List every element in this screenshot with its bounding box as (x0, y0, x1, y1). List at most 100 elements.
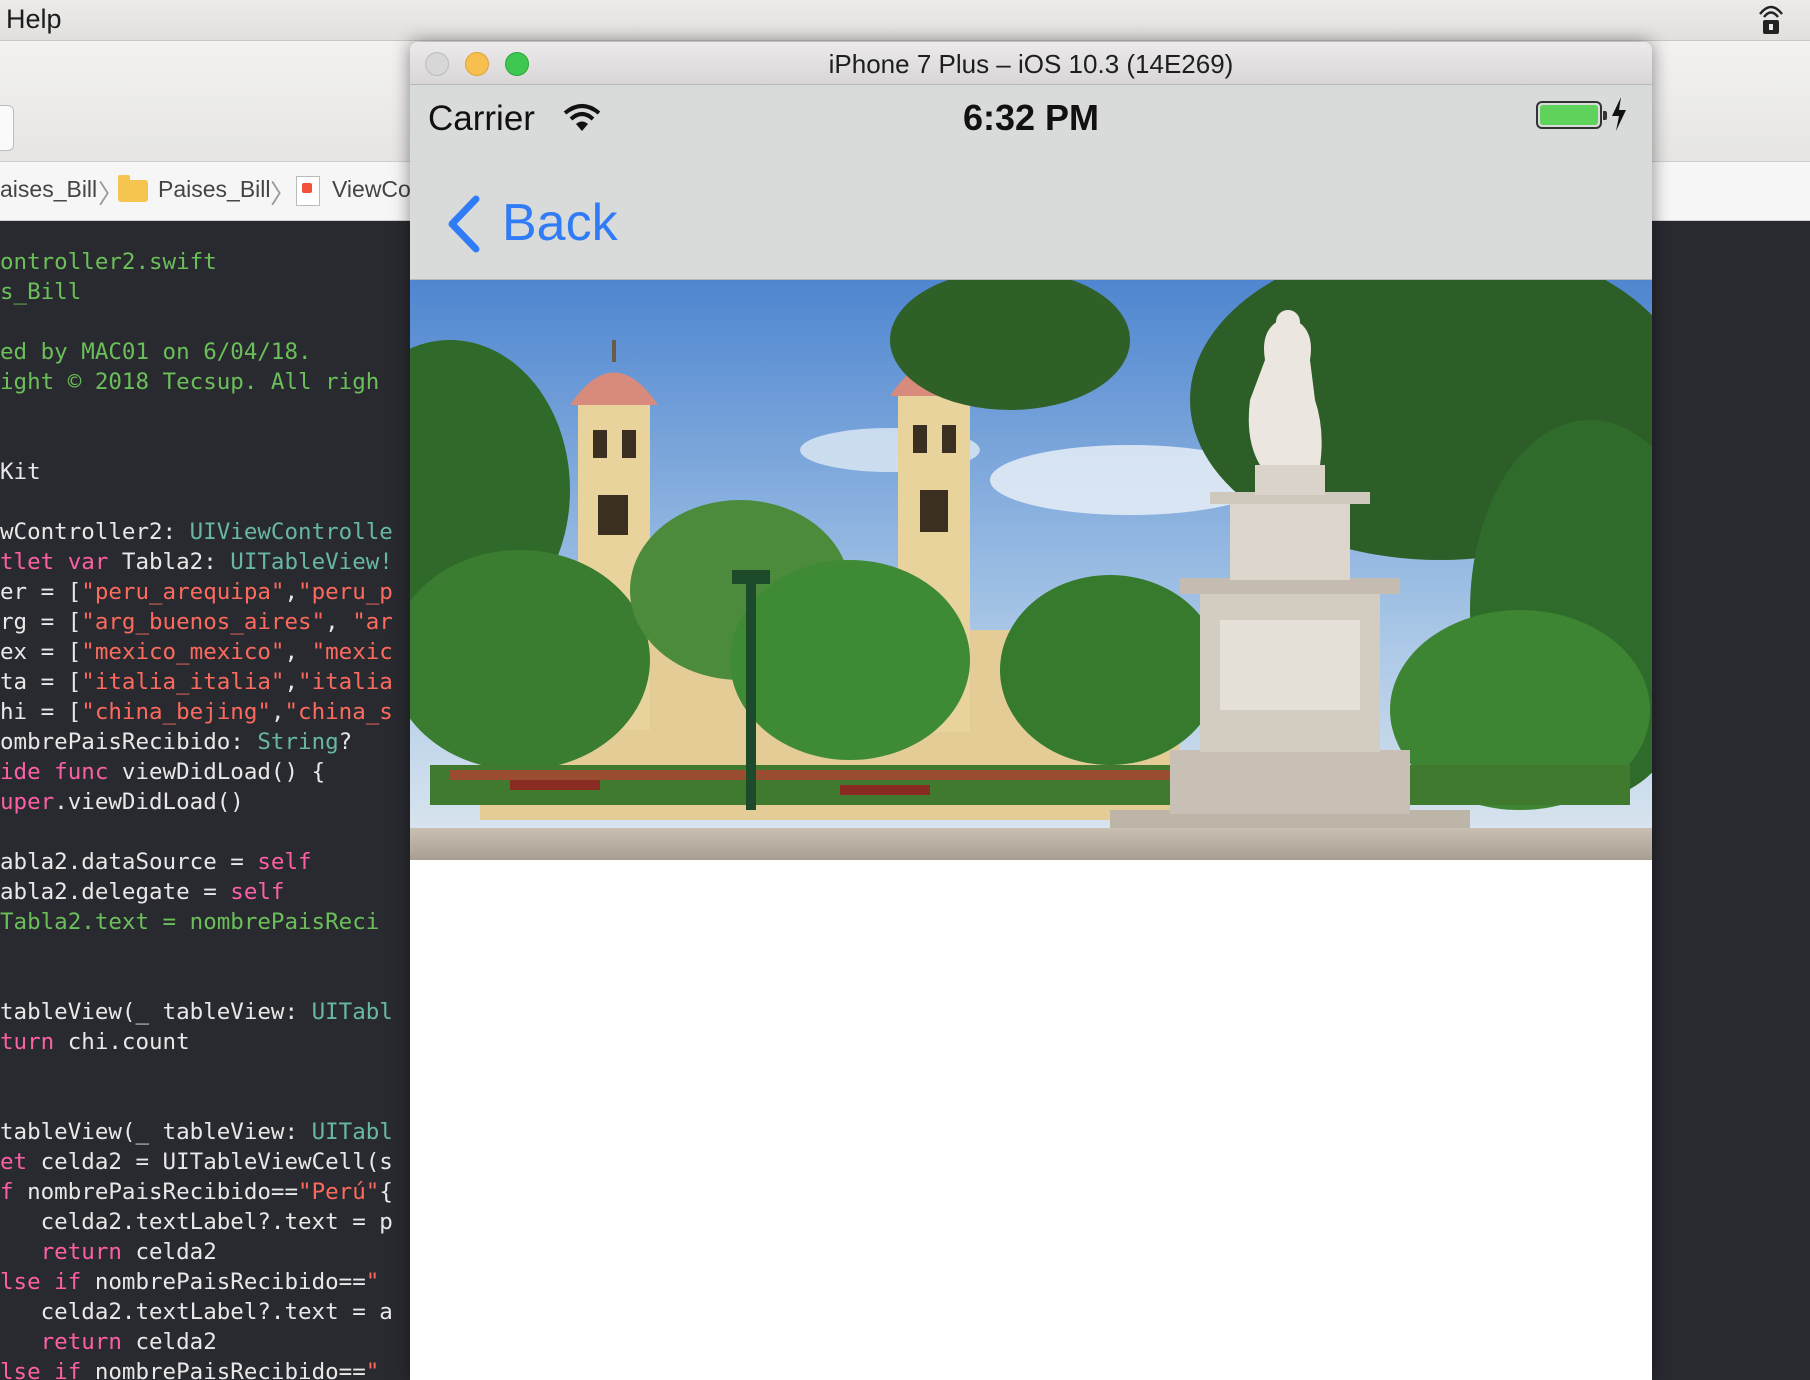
code-token: self (257, 849, 312, 875)
code-line[interactable] (0, 967, 393, 997)
back-button-label: Back (502, 194, 618, 252)
battery-level-fill (1540, 105, 1598, 125)
code-line[interactable]: ight © 2018 Tecsup. All righ (0, 367, 393, 397)
code-line[interactable]: Tabla2.text = nombrePaisReci (0, 907, 393, 937)
code-token: return (40, 1329, 136, 1355)
code-editor[interactable]: ontroller2.swift s_Billed by MAC01 on 6/0… (0, 221, 410, 1380)
code-token: ide func (0, 759, 122, 785)
code-token: " (365, 1359, 380, 1380)
code-line[interactable] (0, 427, 393, 457)
code-token: ? (338, 729, 353, 755)
charging-bolt-icon (1612, 97, 1626, 131)
code-line[interactable]: ontroller2.swift (0, 247, 393, 277)
code-token: { (379, 1179, 393, 1205)
menu-help[interactable]: Help (6, 4, 62, 35)
code-token: tlet var (0, 549, 122, 575)
code-line[interactable]: tlet var Tabla2: UITableView! (0, 547, 393, 577)
code-token: return (40, 1239, 136, 1265)
code-token: Tabla2.text = nombrePaisReci (0, 909, 380, 935)
code-token: self (230, 879, 285, 905)
code-line[interactable]: ex = ["mexico_mexico", "mexic (0, 637, 393, 667)
code-line[interactable]: wController2: UIViewControlle (0, 517, 393, 547)
screen-content-area (410, 860, 1652, 1380)
code-token: , (284, 669, 299, 695)
code-line[interactable]: ta = ["italia_italia","italia (0, 667, 393, 697)
code-token: celda2 = UITableViewCell(s (40, 1149, 393, 1175)
swift-file-icon (296, 176, 320, 206)
battery-icon (1536, 101, 1607, 129)
airport-status-icon[interactable] (1756, 2, 1786, 36)
code-token: nombrePaisRecibido== (94, 1269, 366, 1295)
code-line[interactable]: ed by MAC01 on 6/04/18. (0, 337, 393, 367)
code-line[interactable]: er = ["peru_arequipa","peru_p (0, 577, 393, 607)
code-line[interactable] (0, 1057, 393, 1087)
code-line[interactable]: ide func viewDidLoad() { (0, 757, 393, 787)
code-token: UITableView! (230, 549, 393, 575)
code-token: lse if (0, 1269, 95, 1295)
code-line[interactable]: rg = ["arg_buenos_aires", "ar (0, 607, 393, 637)
code-line[interactable]: ombrePaisRecibido: String? (0, 727, 393, 757)
code-line[interactable]: et celda2 = UITableViewCell(s (0, 1147, 393, 1177)
code-line[interactable] (0, 817, 393, 847)
code-token: nombrePaisRecibido== (27, 1179, 299, 1205)
code-token: "peru_arequipa" (81, 579, 285, 605)
code-token: ontroller2.swift (0, 249, 217, 275)
code-token: celda2.textLabel?.text = p (0, 1209, 393, 1235)
code-line[interactable]: uper.viewDidLoad() (0, 787, 393, 817)
code-token: ed by MAC01 on 6/04/18. (0, 339, 312, 365)
code-token: .viewDidLoad() (54, 789, 244, 815)
navigation-bar: Back (410, 161, 1652, 280)
code-line[interactable]: turn chi.count (0, 1027, 393, 1057)
code-line[interactable]: f nombrePaisRecibido=="Perú"{ (0, 1177, 393, 1207)
jumpbar-group[interactable]: Paises_Bill (158, 176, 271, 203)
jumpbar-project[interactable]: aises_Bill (0, 176, 97, 203)
code-token: , (325, 609, 353, 635)
code-token: "china_s (284, 699, 393, 725)
code-token: viewDidLoad() { (121, 759, 326, 785)
code-token: UITabl (311, 999, 393, 1025)
chevron-left-icon (448, 195, 480, 253)
code-token: celda2.textLabel?.text = a (0, 1299, 393, 1325)
code-line[interactable] (0, 1087, 393, 1117)
code-line[interactable]: return celda2 (0, 1237, 393, 1267)
code-token: abla2.delegate = (0, 879, 231, 905)
code-token: hi = [ (0, 699, 82, 725)
code-line[interactable]: abla2.dataSource = self (0, 847, 393, 877)
code-token: , (284, 639, 312, 665)
code-line[interactable]: return celda2 (0, 1327, 393, 1357)
code-line[interactable]: s_Bill (0, 277, 393, 307)
xcode-toolbar-button[interactable] (0, 105, 14, 151)
code-token: "peru_p (298, 579, 393, 605)
code-line[interactable] (0, 487, 393, 517)
code-line[interactable]: tableView(_ tableView: UITabl (0, 997, 393, 1027)
code-line[interactable]: celda2.textLabel?.text = p (0, 1207, 393, 1237)
code-token: ta = [ (0, 669, 82, 695)
code-token: lse if (0, 1359, 95, 1380)
source-code[interactable]: ontroller2.swift s_Billed by MAC01 on 6/0… (0, 247, 393, 1380)
code-line[interactable]: hi = ["china_bejing","china_s (0, 697, 393, 727)
code-token: "mexic (311, 639, 393, 665)
editor-background (1652, 221, 1810, 1380)
code-token: "Perú" (298, 1179, 380, 1205)
code-token: er = [ (0, 579, 82, 605)
jumpbar-file[interactable]: ViewCo (332, 176, 411, 203)
code-line[interactable] (0, 307, 393, 337)
code-token: uper (0, 789, 55, 815)
code-token: Kit (0, 459, 41, 485)
code-line[interactable]: celda2.textLabel?.text = a (0, 1297, 393, 1327)
code-token: celda2 (135, 1239, 217, 1265)
simulator-title-bar: iPhone 7 Plus – iOS 10.3 (14E269) (410, 42, 1652, 85)
code-token: , (284, 579, 299, 605)
code-line[interactable]: Kit (0, 457, 393, 487)
code-token: UIViewControlle (189, 519, 393, 545)
code-line[interactable] (0, 397, 393, 427)
code-line[interactable]: tableView(_ tableView: UITabl (0, 1117, 393, 1147)
code-token: nombrePaisRecibido== (94, 1359, 366, 1380)
code-line[interactable]: abla2.delegate = self (0, 877, 393, 907)
plaza-image (410, 280, 1652, 860)
code-line[interactable] (0, 937, 393, 967)
code-line[interactable]: lse if nombrePaisRecibido==" (0, 1357, 393, 1380)
code-line[interactable]: lse if nombrePaisRecibido==" (0, 1267, 393, 1297)
